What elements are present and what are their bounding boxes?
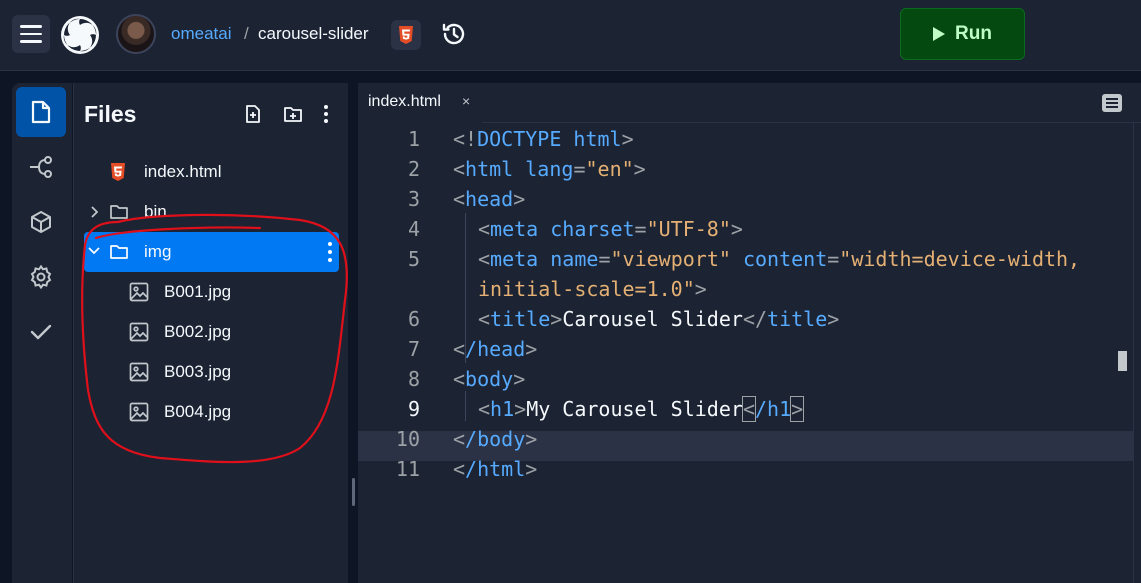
- line-number: 6: [407, 307, 420, 331]
- files-panel: Files index.html bin img B001.jpg B002.j…: [73, 83, 348, 583]
- tab-index-html[interactable]: index.html ×: [358, 83, 482, 123]
- code-line: </html>: [453, 457, 538, 481]
- top-bar: omeatai / carousel-slider Run: [0, 0, 1141, 71]
- line-number: 11: [395, 457, 420, 481]
- code-line-current: <h1>My Carousel Slider</h1>: [478, 396, 805, 422]
- tool-rail: [12, 83, 72, 583]
- rail-files-button[interactable]: [16, 87, 66, 137]
- folder-row-img[interactable]: img: [84, 232, 339, 272]
- git-icon: [30, 156, 52, 178]
- code-line: <html lang="en">: [453, 157, 646, 181]
- html5-icon[interactable]: [391, 20, 421, 50]
- chevron-down-icon: [88, 247, 100, 255]
- folder-more-icon[interactable]: [327, 242, 333, 262]
- code-line: <meta name="viewport" content="width=dev…: [478, 247, 1081, 271]
- folder-icon: [110, 245, 128, 259]
- file-row-b004[interactable]: B004.jpg: [84, 392, 339, 432]
- image-icon: [129, 322, 149, 342]
- scrollbar-thumb[interactable]: [1118, 351, 1127, 371]
- panel-resize-handle[interactable]: [352, 478, 355, 506]
- image-icon: [129, 402, 149, 422]
- code-area[interactable]: 1 2 3 4 5 6 7 8 9 10 11 <!DOCTYPE html> …: [358, 123, 1141, 583]
- avatar[interactable]: [116, 14, 156, 54]
- new-folder-icon[interactable]: [282, 103, 304, 125]
- files-title: Files: [84, 101, 137, 127]
- file-label: B004.jpg: [164, 402, 232, 421]
- code-line: </head>: [453, 337, 538, 361]
- code-line: </body>: [453, 427, 538, 451]
- code-line-wrapped: initial-scale=1.0">: [478, 277, 707, 301]
- file-label: B002.jpg: [164, 322, 232, 341]
- run-button-label: Run: [955, 23, 992, 44]
- line-number: 5: [407, 247, 420, 271]
- html5-icon: [111, 163, 125, 181]
- file-row-b003[interactable]: B003.jpg: [84, 352, 339, 392]
- folder-label: bin: [144, 202, 167, 221]
- breadcrumb-separator: /: [244, 24, 249, 43]
- code-editor: index.html × 1 2 3 4 5 6 7 8 9 10 11 <!D…: [358, 83, 1141, 583]
- line-number: 8: [407, 367, 420, 391]
- breadcrumb-username[interactable]: omeatai: [171, 24, 231, 44]
- image-icon: [129, 362, 149, 382]
- replit-logo-icon[interactable]: [59, 14, 101, 56]
- code-line: <head>: [453, 187, 526, 211]
- indent-guide: [465, 391, 466, 421]
- line-number: 2: [407, 157, 420, 181]
- folder-label: img: [144, 242, 172, 261]
- line-number: 10: [395, 427, 420, 451]
- file-row-b001[interactable]: B001.jpg: [84, 272, 339, 312]
- hamburger-menu-icon[interactable]: [12, 15, 50, 53]
- code-line: <!DOCTYPE html>: [453, 127, 634, 151]
- file-row-b002[interactable]: B002.jpg: [84, 312, 339, 352]
- settings-icon: [30, 264, 52, 290]
- line-number: 4: [407, 217, 420, 241]
- chevron-right-icon: [91, 206, 98, 218]
- line-number: 7: [407, 337, 420, 361]
- rail-packages-button[interactable]: [16, 197, 66, 247]
- check-icon: [30, 324, 52, 340]
- breadcrumb-repl-name[interactable]: carousel-slider: [258, 24, 369, 44]
- line-number-current: 9: [407, 397, 420, 421]
- line-number: 1: [407, 127, 420, 151]
- code-line: <title>Carousel Slider</title>: [478, 307, 840, 331]
- file-label: index.html: [144, 162, 222, 181]
- file-row-index-html[interactable]: index.html: [84, 152, 339, 192]
- packages-icon: [31, 211, 51, 233]
- play-icon: [933, 27, 946, 41]
- folder-icon: [110, 205, 128, 219]
- files-more-icon[interactable]: [315, 103, 337, 125]
- rail-check-button[interactable]: [16, 307, 66, 357]
- file-label: B001.jpg: [164, 282, 232, 301]
- code-line: <body>: [453, 367, 526, 391]
- tab-label: index.html: [368, 93, 441, 110]
- new-file-icon[interactable]: [242, 103, 264, 125]
- image-icon: [129, 282, 149, 302]
- editor-tab-bar: index.html ×: [358, 83, 1141, 123]
- run-button[interactable]: Run: [900, 8, 1025, 60]
- folder-row-bin[interactable]: bin: [84, 192, 339, 232]
- vertical-scrollbar[interactable]: [1133, 123, 1141, 583]
- history-icon[interactable]: [440, 20, 468, 48]
- file-label: B003.jpg: [164, 362, 232, 381]
- format-icon[interactable]: [1102, 94, 1122, 112]
- line-number: 3: [407, 187, 420, 211]
- rail-git-button[interactable]: [16, 142, 66, 192]
- rail-settings-button[interactable]: [16, 252, 66, 302]
- code-line: <meta charset="UTF-8">: [478, 217, 743, 241]
- files-icon: [31, 100, 51, 124]
- close-icon[interactable]: ×: [462, 93, 470, 109]
